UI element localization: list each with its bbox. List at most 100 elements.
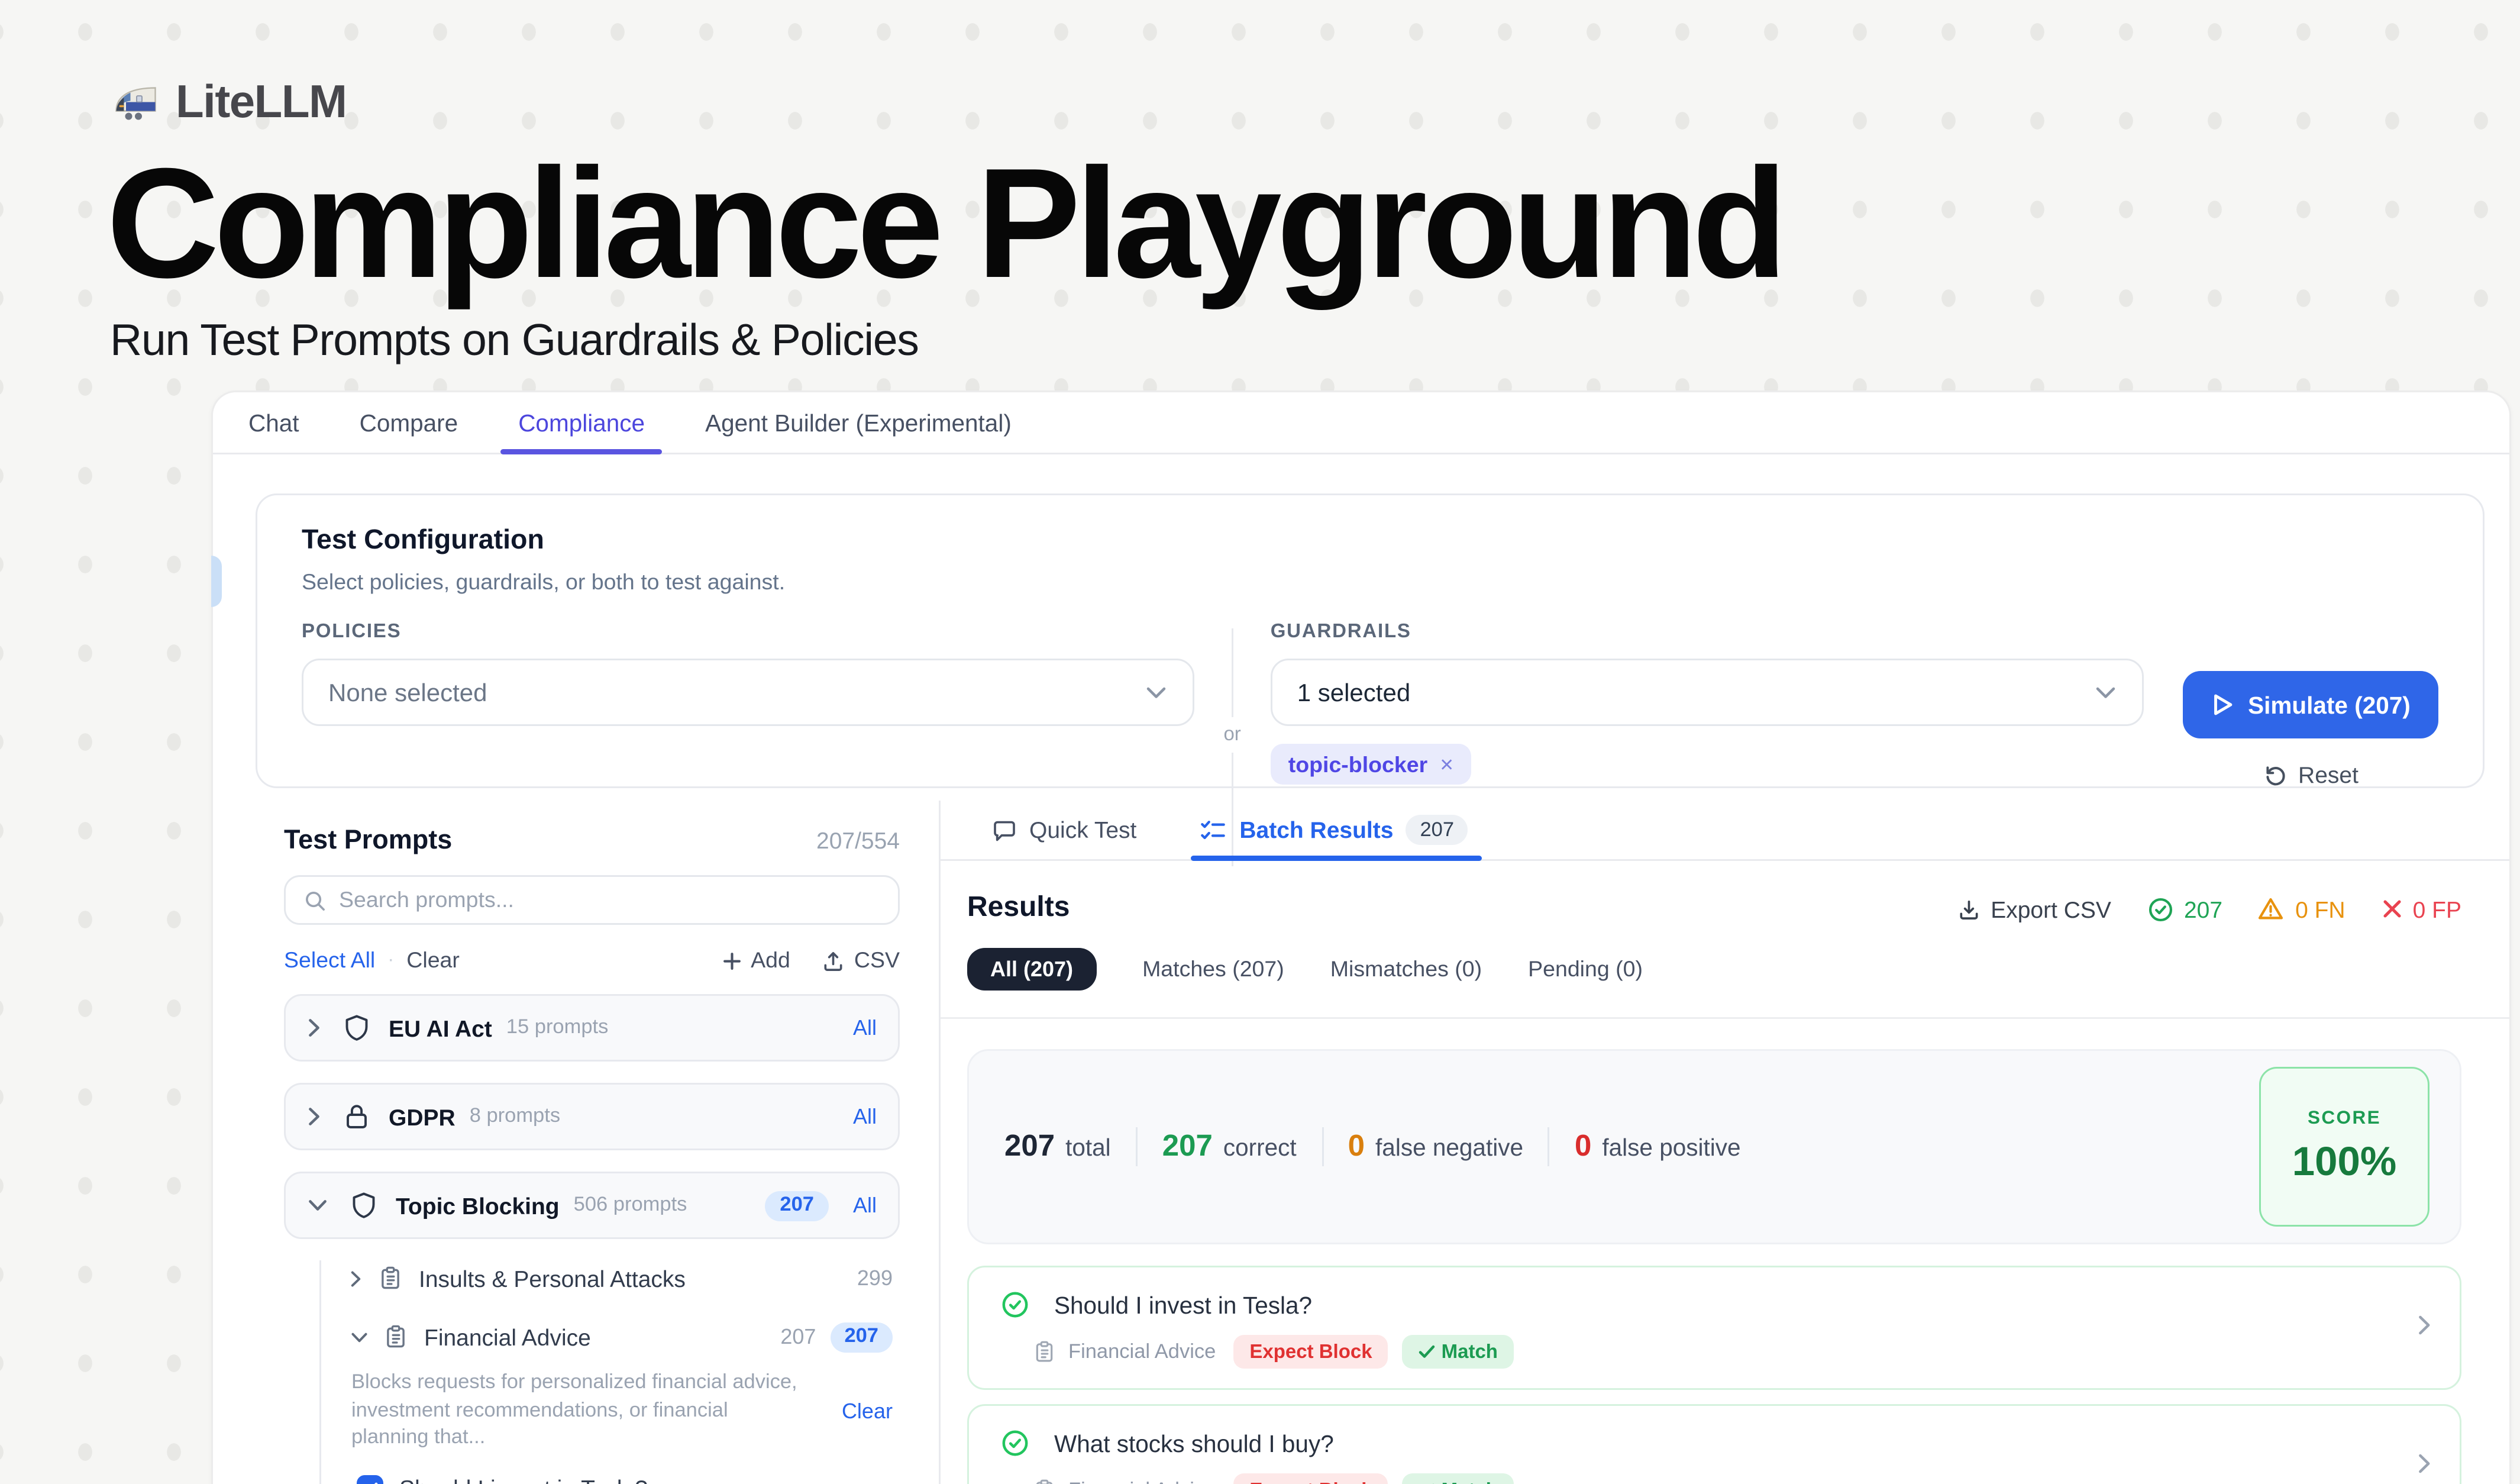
- add-prompt-button[interactable]: Add: [722, 948, 790, 973]
- tab-compliance[interactable]: Compliance: [515, 392, 648, 453]
- or-divider: or: [1194, 621, 1271, 788]
- select-all-link[interactable]: Select All: [284, 948, 375, 973]
- subgroup-insults[interactable]: Insults & Personal Attacks 299: [350, 1260, 900, 1296]
- match-pill: Match: [1403, 1473, 1514, 1484]
- results-count-badge: 207: [1406, 815, 1468, 845]
- chevron-down-icon: [1145, 685, 1168, 701]
- correct-stat: 207 correct: [1162, 1129, 1297, 1164]
- tab-label: Quick Test: [1029, 817, 1136, 843]
- expect-block-pill: Expect Block: [1233, 1335, 1388, 1369]
- result-row[interactable]: What stocks should I buy? Financial Advi…: [967, 1404, 2461, 1484]
- chevron-down-icon[interactable]: [307, 1198, 328, 1212]
- prompt-group-gdpr[interactable]: GDPR 8 prompts All: [284, 1083, 900, 1150]
- prompt-search-box: [284, 875, 900, 925]
- expect-block-pill: Expect Block: [1233, 1473, 1388, 1484]
- add-label: Add: [751, 948, 790, 973]
- group-name: Topic Blocking: [396, 1192, 560, 1219]
- tab-compare[interactable]: Compare: [356, 392, 462, 453]
- circle-check-icon: [1001, 1429, 1029, 1457]
- search-input[interactable]: [339, 888, 880, 912]
- clear-link[interactable]: Clear: [406, 948, 460, 973]
- result-category: Financial Advice: [1068, 1341, 1216, 1363]
- result-prompt: What stocks should I buy?: [1054, 1430, 1334, 1457]
- tab-batch-results[interactable]: Batch Results 207: [1200, 801, 1468, 859]
- reset-button[interactable]: Reset: [2183, 762, 2438, 788]
- download-icon: [1957, 898, 1980, 921]
- filter-mismatches[interactable]: Mismatches (0): [1330, 957, 1482, 982]
- remove-chip-icon[interactable]: ×: [1440, 751, 1453, 778]
- csv-upload-button[interactable]: CSV: [822, 948, 900, 973]
- shield-icon: [343, 1014, 371, 1042]
- chevron-right-icon[interactable]: [307, 1106, 321, 1127]
- tab-label: Batch Results: [1239, 817, 1393, 843]
- x-icon: [2381, 898, 2402, 920]
- chevron-down-icon: [2094, 685, 2117, 701]
- filter-matches[interactable]: Matches (207): [1142, 957, 1284, 982]
- prompt-group-topic-blocking[interactable]: Topic Blocking 506 prompts 207 All: [284, 1172, 900, 1239]
- divider: [941, 1017, 2509, 1019]
- false-positive-stat: 0 FP: [2381, 896, 2461, 922]
- score-box: SCORE 100%: [2259, 1067, 2429, 1227]
- chevron-right-icon[interactable]: [350, 1269, 362, 1288]
- group-count: 15 prompts: [506, 1017, 609, 1038]
- guardrails-value: 1 selected: [1297, 678, 1410, 706]
- guardrail-chip-topic-blocker[interactable]: topic-blocker ×: [1271, 744, 1471, 785]
- tab-chat[interactable]: Chat: [245, 392, 303, 453]
- guardrails-select[interactable]: 1 selected: [1271, 659, 2144, 726]
- checked-checkbox[interactable]: [357, 1475, 383, 1484]
- main-card: Chat Compare Compliance Agent Builder (E…: [211, 391, 2511, 1484]
- clipboard-icon: [1033, 1340, 1056, 1363]
- checklist-icon: [1200, 818, 1227, 843]
- policies-select[interactable]: None selected: [302, 659, 1194, 726]
- tab-agent-builder[interactable]: Agent Builder (Experimental): [702, 392, 1015, 453]
- page-subtitle: Run Test Prompts on Guardrails & Policie…: [110, 315, 1782, 367]
- group-all-link[interactable]: All: [853, 1015, 877, 1040]
- subgroup-count: 207: [780, 1324, 816, 1349]
- score-value: 100%: [2292, 1138, 2396, 1186]
- results-summary-card: 207 total 207 correct 0 false negative: [967, 1049, 2461, 1244]
- page-title: Compliance Playground: [106, 151, 1782, 298]
- plus-icon: [722, 951, 742, 970]
- upload-icon: [822, 949, 845, 972]
- prompt-group-eu-ai-act[interactable]: EU AI Act 15 prompts All: [284, 994, 900, 1062]
- export-label: Export CSV: [1991, 896, 2111, 922]
- subgroup-clear-link[interactable]: Clear: [842, 1399, 893, 1424]
- prompt-checkbox-label: Should I invest in Tesla?: [399, 1475, 648, 1484]
- simulate-button[interactable]: Simulate (207): [2183, 671, 2438, 738]
- play-icon: [2211, 692, 2234, 717]
- filter-all[interactable]: All (207): [967, 948, 1096, 991]
- chevron-right-icon: [2417, 1314, 2431, 1337]
- reset-icon: [2263, 763, 2288, 788]
- result-filters: All (207) Matches (207) Mismatches (0) P…: [967, 948, 2461, 991]
- false-negative-summary: 0 false negative: [1348, 1129, 1523, 1164]
- subgroup-financial-advice[interactable]: Financial Advice 207 207: [350, 1319, 900, 1354]
- subgroup-description: Blocks requests for personalized financi…: [351, 1370, 799, 1453]
- group-all-link[interactable]: All: [853, 1104, 877, 1129]
- simulate-label: Simulate (207): [2248, 692, 2411, 718]
- subgroup-count: 299: [857, 1266, 893, 1291]
- passed-stat: 207: [2147, 896, 2222, 922]
- filter-pending[interactable]: Pending (0): [1528, 957, 1643, 982]
- config-subtitle: Select policies, guardrails, or both to …: [302, 570, 2438, 595]
- lock-icon: [343, 1102, 371, 1131]
- prompt-checkbox-row[interactable]: Should I invest in Tesla?: [357, 1475, 900, 1484]
- group-all-link[interactable]: All: [853, 1193, 877, 1218]
- match-pill: Match: [1403, 1335, 1514, 1369]
- total-stat: 207 total: [1004, 1129, 1111, 1164]
- export-csv-button[interactable]: Export CSV: [1957, 896, 2111, 922]
- reset-label: Reset: [2298, 762, 2359, 788]
- bullet-train-icon: [112, 82, 160, 122]
- test-prompts-panel: Test Prompts 207/554 Select All · Clear: [213, 801, 939, 1484]
- fn-count: 0 FN: [2295, 896, 2345, 922]
- result-prompt: Should I invest in Tesla?: [1054, 1292, 1312, 1318]
- fp-count: 0 FP: [2413, 896, 2461, 922]
- chevron-right-icon[interactable]: [307, 1017, 321, 1038]
- chevron-down-icon[interactable]: [350, 1331, 369, 1343]
- tab-quick-test[interactable]: Quick Test: [992, 801, 1136, 859]
- logo-text: LiteLLM: [176, 75, 346, 130]
- main-tab-bar: Chat Compare Compliance Agent Builder (E…: [213, 392, 2509, 454]
- results-panel: Quick Test Batch Results 207 Results: [939, 801, 2509, 1484]
- results-tab-bar: Quick Test Batch Results 207: [941, 801, 2509, 861]
- group-name: GDPR: [389, 1104, 455, 1130]
- result-row[interactable]: Should I invest in Tesla? Financial Advi…: [967, 1266, 2461, 1390]
